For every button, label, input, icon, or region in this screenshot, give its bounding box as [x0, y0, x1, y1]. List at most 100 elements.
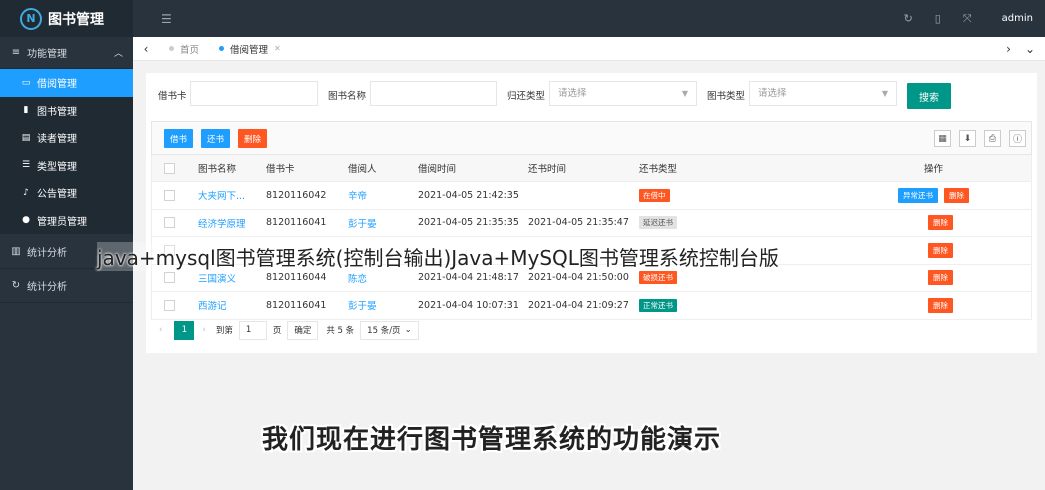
search-form: 借书卡 图书名称 归还类型 请选择 ▼ 图书类型 请选择 ▼ 搜索 [146, 81, 1037, 109]
name-label: 图书名称 [328, 91, 367, 102]
fullscreen-icon[interactable]: ⤧ [963, 12, 972, 26]
row-checkbox[interactable] [164, 292, 175, 319]
row-checkbox[interactable] [164, 210, 175, 237]
col-header: 借阅人 [348, 164, 377, 175]
status-badge: 正常还书 [639, 298, 677, 312]
info-icon[interactable]: ⓘ [1009, 130, 1026, 147]
abnormal-return-button[interactable]: 异常还书 [898, 187, 938, 203]
status-badge: 在借中 [639, 188, 670, 202]
book-name[interactable]: 西游记 [198, 292, 227, 319]
status-cell: 正常还书 [639, 292, 677, 319]
borrow-button[interactable]: 借书 [164, 129, 193, 148]
hamburger-icon[interactable]: ☰ [161, 12, 172, 26]
logo[interactable]: N 图书管理 [0, 0, 133, 37]
per-page-select[interactable]: 15 条/页 ⌄ [360, 320, 419, 340]
borrow-table: 图书名称 借书卡 借阅人 借阅时间 还书时间 还书类型 操作 大夹网下... 8… [151, 155, 1032, 320]
sidebar-item-admins[interactable]: ● 管理员管理 [0, 206, 133, 234]
list-icon: ☰ [21, 160, 31, 171]
table-row: 西游记 8120116041 彭于晏 2021-04-04 10:07:31 2… [151, 292, 1032, 320]
admin-menu[interactable]: admin [1002, 13, 1033, 24]
tab-prev-icon[interactable]: ‹ [133, 42, 159, 56]
book-icon: ▮ [23, 105, 29, 116]
goto-label: 到第 [215, 326, 233, 336]
status-select[interactable]: 请选择 ▼ [549, 81, 697, 106]
row-delete-button[interactable]: 删除 [928, 297, 953, 313]
sidebar-item-label: 公告管理 [37, 189, 77, 201]
reader-name[interactable]: 彭于晏 [348, 210, 377, 237]
row-delete-button[interactable]: 删除 [944, 187, 969, 203]
sidebar-item-label: 类型管理 [37, 161, 77, 173]
menu-group-label: 统计分析 [27, 282, 67, 293]
print-icon[interactable]: ⎙ [984, 130, 1001, 147]
prev-page-icon[interactable]: ‹ [159, 325, 162, 335]
row-delete-button[interactable]: 删除 [928, 270, 953, 286]
card-number: 8120116041 [266, 299, 327, 311]
menu-group-stats-2[interactable]: ↻ 统计分析 [0, 269, 133, 303]
current-page[interactable]: 1 [174, 320, 195, 340]
row-checkbox[interactable] [164, 182, 175, 209]
tab-label: 借阅管理 [230, 44, 269, 56]
search-button[interactable]: 搜索 [907, 83, 951, 109]
card-input[interactable] [190, 81, 318, 106]
borrow-time: 2021-04-05 21:42:35 [418, 189, 519, 201]
sidebar-item-notices[interactable]: ♪ 公告管理 [0, 179, 133, 207]
page-input[interactable]: 1 [238, 320, 267, 340]
checkbox[interactable] [164, 272, 175, 284]
status-badge: 延迟还书 [639, 216, 677, 230]
status-badge: 破损还书 [639, 271, 677, 285]
sidebar-item-label: 图书管理 [37, 106, 77, 118]
chevron-down-icon[interactable]: ⌄ [1025, 42, 1035, 56]
tab-home[interactable]: 首页 [159, 37, 209, 61]
status-label: 归还类型 [507, 91, 546, 102]
col-header: 还书时间 [528, 164, 567, 175]
sidebar-item-books[interactable]: ▮ 图书管理 [0, 96, 133, 124]
table-header: 图书名称 借书卡 借阅人 借阅时间 还书时间 还书类型 操作 [151, 155, 1032, 182]
menu-group-functions[interactable]: ≡ 功能管理 ︿ [0, 37, 133, 69]
chart-icon: ▥ [11, 245, 21, 257]
sidebar-item-borrow[interactable]: ▭ 借阅管理 [0, 69, 133, 97]
checkbox[interactable] [164, 299, 175, 311]
col-header: 图书名称 [198, 164, 237, 175]
pagination: ‹ 1 › 到第 1 页 确定 共 5 条 15 条/页 ⌄ [151, 319, 419, 341]
checkbox[interactable] [164, 189, 175, 201]
return-button[interactable]: 还书 [201, 129, 230, 148]
tab-label: 首页 [180, 44, 200, 56]
sidebar-item-types[interactable]: ☰ 类型管理 [0, 151, 133, 179]
tab-borrow[interactable]: 借阅管理 ✕ [209, 37, 291, 61]
delete-button[interactable]: 删除 [238, 129, 267, 148]
card-number: 8120116042 [266, 189, 327, 201]
main-panel: 借书卡 图书名称 归还类型 请选择 ▼ 图书类型 请选择 ▼ 搜索 借书 还书 … [146, 73, 1037, 353]
menu-group-label: 统计分析 [27, 247, 67, 259]
clear-icon[interactable]: ▯ [935, 12, 941, 25]
close-icon[interactable]: ✕ [274, 44, 281, 53]
type-label: 图书类型 [707, 91, 746, 102]
refresh-icon[interactable]: ↻ [904, 12, 913, 25]
confirm-button[interactable]: 确定 [287, 320, 319, 340]
book-name[interactable]: 大夹网下... [198, 182, 245, 209]
next-page-icon[interactable]: › [202, 325, 205, 335]
menu-icon: ≡ [11, 47, 21, 58]
ops-cell: 异常还书 删除 [898, 182, 969, 209]
checkbox[interactable] [164, 162, 175, 174]
video-subtitle: 我们现在进行图书管理系统的功能演示 [262, 425, 722, 455]
app-title: 图书管理 [48, 11, 104, 28]
checkbox[interactable] [164, 217, 175, 229]
sidebar-item-readers[interactable]: ▤ 读者管理 [0, 124, 133, 152]
tab-next-icon[interactable]: › [1006, 42, 1011, 56]
user-icon: ● [22, 215, 30, 226]
select-all-checkbox[interactable] [164, 155, 175, 181]
return-time: 2021-04-05 21:35:47 [528, 217, 629, 229]
columns-icon[interactable]: ▦ [934, 130, 951, 147]
book-name[interactable]: 经济学原理 [198, 210, 246, 237]
export-icon[interactable]: ⬇ [959, 130, 976, 147]
per-page-value: 15 条/页 [367, 326, 401, 336]
logo-icon: N [20, 7, 42, 30]
col-header: 还书类型 [639, 164, 678, 175]
type-select[interactable]: 请选择 ▼ [749, 81, 897, 106]
ops-cell: 删除 [928, 292, 953, 319]
reader-name[interactable]: 辛帝 [348, 182, 367, 209]
reader-name[interactable]: 彭于晏 [348, 292, 377, 319]
name-input[interactable] [370, 81, 497, 106]
row-delete-button[interactable]: 删除 [928, 215, 953, 231]
row-delete-button[interactable]: 删除 [928, 242, 953, 258]
